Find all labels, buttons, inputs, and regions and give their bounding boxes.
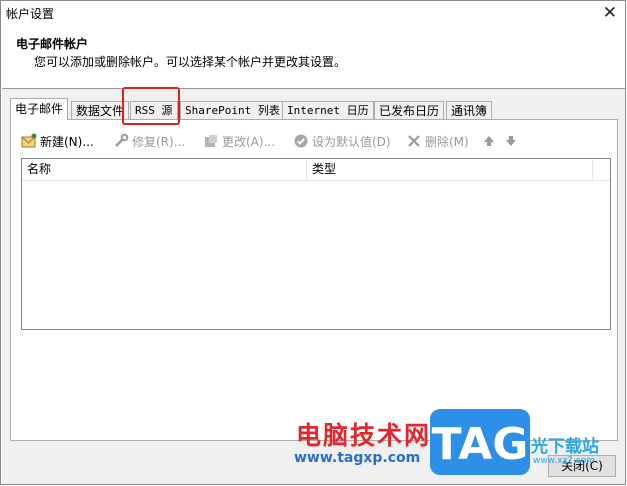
tab-address-books[interactable]: 通讯簿: [446, 101, 493, 119]
watermark-right-text: 光下载站: [531, 437, 599, 457]
set-default-button[interactable]: 设为默认值(D): [293, 132, 391, 152]
window-title: 帐户设置: [6, 7, 55, 21]
new-account-label: 新建(N)...: [40, 135, 94, 149]
account-list[interactable]: 名称 类型: [21, 158, 611, 330]
tab-sharepoint-lists[interactable]: SharePoint 列表: [180, 101, 285, 119]
column-header-name[interactable]: 名称: [22, 159, 307, 180]
tab-email[interactable]: 电子邮件: [10, 98, 69, 120]
change-button[interactable]: 更改(A)...: [203, 132, 275, 152]
tab-internet-calendars[interactable]: Internet 日历: [282, 101, 374, 119]
remove-button[interactable]: 删除(M): [406, 132, 469, 152]
list-header: 名称 类型: [22, 159, 610, 181]
watermark-cn-text: 电脑技术网: [296, 421, 432, 450]
tab-rss-feeds[interactable]: RSS 源: [130, 101, 178, 119]
change-label: 更改(A)...: [222, 135, 276, 149]
repair-label: 修复(R)...: [132, 135, 186, 149]
remove-label: 删除(M): [425, 135, 469, 149]
header-subtitle: 您可以添加或删除帐户。可以选择某个帐户并更改其设置。: [34, 55, 347, 69]
tag-logo-text: TAG: [432, 419, 529, 470]
delete-x-icon: [406, 133, 422, 149]
watermark-right-url: www.xz7.com: [533, 456, 595, 466]
tab-data-files[interactable]: 数据文件: [71, 101, 130, 119]
change-icon: [203, 133, 219, 149]
check-circle-icon: [293, 133, 309, 149]
set-default-label: 设为默认值(D): [312, 135, 391, 149]
wrench-icon: [113, 133, 129, 149]
tab-published-calendars[interactable]: 已发布日历: [374, 101, 445, 119]
column-header-type[interactable]: 类型: [307, 159, 593, 180]
new-account-button[interactable]: 新建(N)...: [21, 132, 94, 152]
watermark-url: www.tagxp.com: [294, 450, 421, 466]
tag-logo: TAG: [430, 409, 530, 475]
title-bar: 帐户设置 ✕: [1, 1, 625, 25]
header-band: 电子邮件帐户 您可以添加或删除帐户。可以选择某个帐户并更改其设置。: [2, 25, 625, 89]
email-tab-panel: 新建(N)... 修复(R)... 更改(A)... 设为默认值(D) 删除(M…: [10, 119, 618, 441]
repair-button[interactable]: 修复(R)...: [113, 132, 185, 152]
arrow-up-icon: [481, 133, 497, 149]
close-icon[interactable]: ✕: [603, 3, 617, 23]
arrow-down-icon: [503, 133, 519, 149]
move-down-button[interactable]: [503, 132, 522, 152]
new-mail-icon: [21, 133, 37, 149]
account-settings-window: 帐户设置 ✕ 电子邮件帐户 您可以添加或删除帐户。可以选择某个帐户并更改其设置。…: [0, 0, 626, 485]
move-up-button[interactable]: [481, 132, 500, 152]
header-title: 电子邮件帐户: [16, 37, 89, 51]
